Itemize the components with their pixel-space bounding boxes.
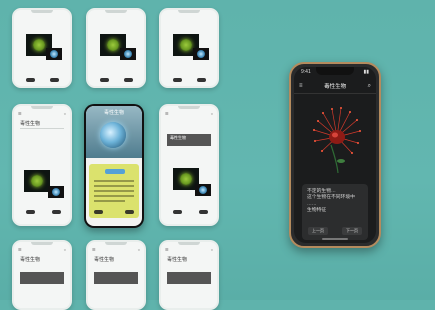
phone-notch	[31, 10, 53, 13]
status-bar: 9:41 ▮▮	[301, 69, 369, 75]
next-pill-button[interactable]	[197, 78, 206, 82]
status-bar: ☰ ○	[165, 247, 213, 252]
secondary-thumbnail-image	[195, 184, 211, 196]
title-divider	[20, 128, 64, 129]
screen-title-banner: 毒性生物	[167, 134, 211, 146]
screen-title: 毒性生物	[20, 257, 41, 263]
text-line	[94, 180, 134, 182]
text-line	[94, 190, 134, 192]
card-line-2: 这个生物在不同环境中	[307, 195, 355, 201]
cell-orb-image	[100, 122, 126, 148]
featured-header: 毒性生物	[103, 110, 124, 116]
status-time: 9:41	[301, 69, 311, 75]
phone-notch	[178, 10, 200, 13]
large-phone-mockup: 9:41 ▮▮ ≡ 毒性生物 ⌕ 不定的生物… 这个生物在不同环境中 …… 生物…	[289, 62, 381, 248]
next-pill-button[interactable]	[199, 210, 208, 214]
nav-divider	[294, 93, 376, 94]
phone-notch	[178, 242, 200, 245]
prev-pill-button[interactable]	[173, 78, 182, 82]
next-pill-button[interactable]	[52, 210, 61, 214]
page-title: 毒性生物	[324, 84, 347, 90]
next-button[interactable]: 下一页	[342, 227, 362, 235]
prev-pill-button[interactable]	[94, 210, 103, 214]
featured-phone-screen: 毒性生物	[86, 106, 142, 226]
virus-thumbnail-image	[24, 170, 50, 192]
large-phone-screen: 9:41 ▮▮ ≡ 毒性生物 ⌕ 不定的生物… 这个生物在不同环境中 …… 生物…	[294, 67, 376, 243]
previous-button[interactable]: 上一页	[308, 227, 328, 235]
featured-phone-mockup: 毒性生物	[84, 104, 144, 228]
secondary-thumbnail-image	[120, 48, 136, 60]
featured-hero-image: 毒性生物	[86, 106, 142, 158]
next-pill-button[interactable]	[124, 78, 133, 82]
featured-action-button[interactable]	[105, 169, 125, 174]
home-indicator	[322, 238, 348, 240]
card-line-4: 生物特征	[307, 207, 327, 213]
screen-title: 毒性生物	[94, 257, 115, 263]
status-bar: ☰ ○	[165, 111, 213, 116]
card-button-row: 上一页 下一页	[308, 227, 362, 235]
screen-title: 毒性生物	[20, 121, 41, 127]
battery-icon: ▮▮	[363, 69, 369, 75]
text-line	[94, 185, 134, 187]
phone-notch	[105, 10, 127, 13]
prev-pill-button[interactable]	[173, 210, 182, 214]
text-line	[94, 200, 125, 202]
red-virus-illustration	[313, 107, 361, 174]
screen-thumbnail-5: ☰ ○ 毒性生物	[159, 104, 219, 226]
screen-title: 毒性生物	[167, 257, 188, 263]
secondary-thumbnail-image	[48, 186, 64, 198]
secondary-thumbnail-image	[193, 48, 209, 60]
status-bar: ☰ ○	[18, 111, 66, 116]
status-bar: ☰ ○	[18, 247, 66, 252]
menu-icon[interactable]: ≡	[299, 83, 303, 89]
screen-title-banner	[20, 272, 64, 284]
screen-thumbnail-4: ☰ ○ 毒性生物	[12, 104, 72, 226]
screen-thumbnail-2	[86, 8, 146, 88]
status-bar: ☰ ○	[92, 247, 140, 252]
phone-notch	[31, 106, 53, 109]
top-nav-bar: ≡ 毒性生物 ⌕	[299, 81, 371, 91]
prev-pill-button[interactable]	[26, 78, 35, 82]
next-pill-button[interactable]	[50, 78, 59, 82]
featured-info-card	[89, 164, 139, 218]
description-card: 不定的生物… 这个生物在不同环境中 …… 生物特征 上一页 下一页	[302, 184, 368, 240]
next-pill-button[interactable]	[125, 210, 134, 214]
screen-title-banner	[94, 272, 138, 284]
phone-notch	[105, 242, 127, 245]
phone-notch	[178, 106, 200, 109]
text-line	[94, 195, 134, 197]
phone-notch	[31, 242, 53, 245]
secondary-thumbnail-image	[46, 48, 62, 60]
prev-pill-button[interactable]	[100, 78, 109, 82]
search-icon[interactable]: ⌕	[368, 83, 371, 90]
prev-pill-button[interactable]	[26, 210, 35, 214]
screen-thumbnail-3	[159, 8, 219, 88]
screen-thumbnail-1	[12, 8, 72, 88]
screen-title-banner	[167, 272, 211, 284]
